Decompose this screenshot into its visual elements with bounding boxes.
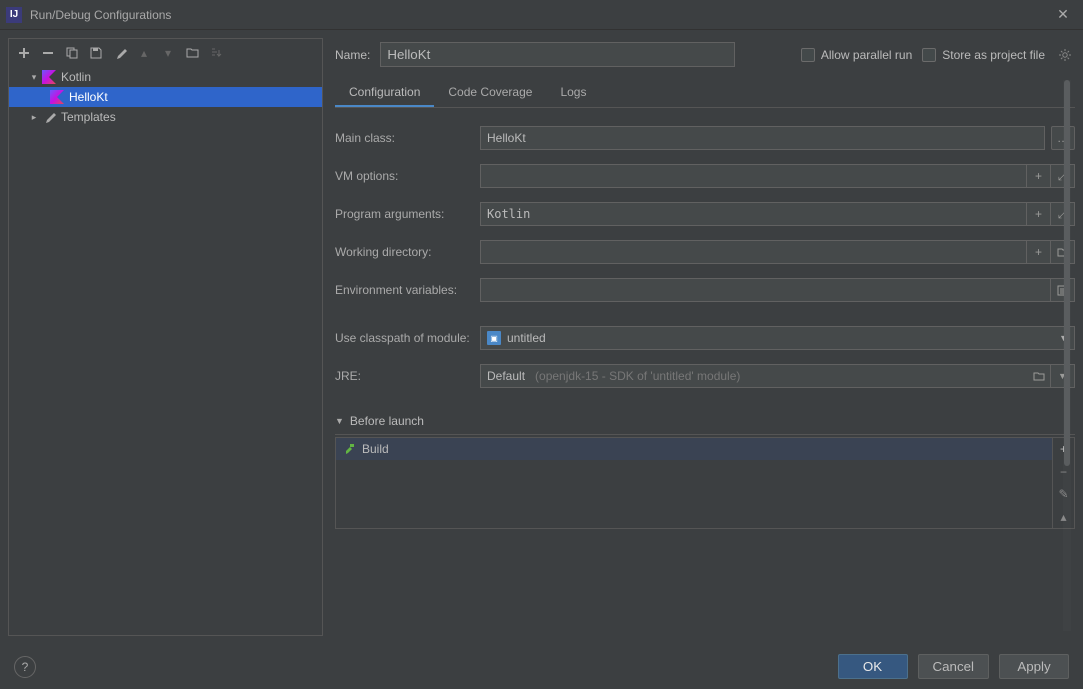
module-icon: ▣ xyxy=(487,331,501,345)
before-launch-item-label: Build xyxy=(362,442,389,456)
tree-toolbar: ▴ ▾ xyxy=(9,39,322,67)
env-vars-input[interactable] xyxy=(480,278,1051,302)
configurations-tree-panel: ▴ ▾ ▾ Kotlin HelloKt xyxy=(8,38,323,636)
store-project-checkbox[interactable]: Store as project file xyxy=(922,48,1045,62)
program-args-label: Program arguments: xyxy=(335,207,480,221)
kotlin-icon xyxy=(49,90,65,104)
tree-config-hello[interactable]: HelloKt xyxy=(9,87,322,107)
insert-macro-icon[interactable]: + xyxy=(1027,240,1051,264)
tree-label: Kotlin xyxy=(61,70,91,84)
kotlin-icon xyxy=(41,70,57,84)
working-dir-label: Working directory: xyxy=(335,245,480,259)
checkbox-icon[interactable] xyxy=(801,48,815,62)
classpath-label: Use classpath of module: xyxy=(335,331,480,345)
sort-icon xyxy=(206,43,226,63)
before-launch-list: Build + − ✎ ▴ xyxy=(335,437,1075,529)
jre-value: Default xyxy=(487,369,525,383)
tab-configuration[interactable]: Configuration xyxy=(335,79,434,107)
vm-options-label: VM options: xyxy=(335,169,480,183)
main-class-input[interactable] xyxy=(480,126,1045,150)
tree-label: Templates xyxy=(61,110,116,124)
ok-button[interactable]: OK xyxy=(838,654,908,679)
insert-macro-icon[interactable]: + xyxy=(1027,202,1051,226)
before-launch-header[interactable]: ▼ Before launch xyxy=(335,408,1075,435)
save-config-icon[interactable] xyxy=(86,43,106,63)
scrollbar-thumb[interactable] xyxy=(1064,80,1070,466)
classpath-select[interactable]: ▣ untitled ▼ xyxy=(480,326,1075,350)
form-area: Main class: … VM options: + ⤢ Progra xyxy=(335,108,1075,636)
before-launch-label: Before launch xyxy=(350,414,424,428)
name-label: Name: xyxy=(335,48,370,62)
cancel-button[interactable]: Cancel xyxy=(918,654,990,679)
checkbox-label: Store as project file xyxy=(942,48,1045,62)
jre-select[interactable]: Default (openjdk-15 - SDK of 'untitled' … xyxy=(480,364,1027,388)
expand-icon[interactable]: ▾ xyxy=(27,72,41,83)
tree-templates-folder[interactable]: ▸ Templates xyxy=(9,107,322,127)
apply-button[interactable]: Apply xyxy=(999,654,1069,679)
browse-folder-icon[interactable] xyxy=(1027,364,1051,388)
vm-options-input[interactable] xyxy=(480,164,1027,188)
dialog-buttons: ? OK Cancel Apply xyxy=(0,644,1083,689)
move-down-icon: ▾ xyxy=(158,43,178,63)
working-dir-input[interactable] xyxy=(480,240,1027,264)
hammer-icon xyxy=(342,442,356,456)
tab-code-coverage[interactable]: Code Coverage xyxy=(434,79,546,107)
add-config-icon[interactable] xyxy=(14,43,34,63)
jre-hint: (openjdk-15 - SDK of 'untitled' module) xyxy=(535,369,740,383)
insert-macro-icon[interactable]: + xyxy=(1027,164,1051,188)
app-icon: IJ xyxy=(6,7,22,23)
tree-label: HelloKt xyxy=(69,90,108,104)
titlebar: IJ Run/Debug Configurations ✕ xyxy=(0,0,1083,30)
edit-defaults-icon[interactable] xyxy=(110,43,130,63)
move-up-icon: ▴ xyxy=(134,43,154,63)
close-icon[interactable]: ✕ xyxy=(1049,1,1077,29)
checkbox-icon[interactable] xyxy=(922,48,936,62)
collapse-icon[interactable]: ▼ xyxy=(335,416,344,426)
tree-kotlin-folder[interactable]: ▾ Kotlin xyxy=(9,67,322,87)
config-detail-panel: Name: Allow parallel run Store as projec… xyxy=(335,38,1075,636)
before-launch-item-build[interactable]: Build xyxy=(336,438,1052,460)
jre-label: JRE: xyxy=(335,369,480,383)
env-vars-label: Environment variables: xyxy=(335,283,480,297)
wrench-icon xyxy=(41,111,57,124)
copy-config-icon[interactable] xyxy=(62,43,82,63)
expand-icon[interactable]: ▸ xyxy=(27,112,41,123)
program-args-input[interactable] xyxy=(480,202,1027,226)
scrollbar[interactable] xyxy=(1063,80,1071,631)
window-title: Run/Debug Configurations xyxy=(30,8,1049,22)
folder-icon[interactable] xyxy=(182,43,202,63)
allow-parallel-checkbox[interactable]: Allow parallel run xyxy=(801,48,912,62)
help-button[interactable]: ? xyxy=(14,656,36,678)
config-tree: ▾ Kotlin HelloKt ▸ Templates xyxy=(9,67,322,635)
tab-logs[interactable]: Logs xyxy=(546,79,600,107)
name-input[interactable] xyxy=(380,42,735,67)
main-class-label: Main class: xyxy=(335,131,480,145)
remove-config-icon[interactable] xyxy=(38,43,58,63)
tabs: Configuration Code Coverage Logs xyxy=(335,79,1075,108)
classpath-value: untitled xyxy=(507,331,546,345)
gear-icon[interactable] xyxy=(1055,45,1075,65)
checkbox-label: Allow parallel run xyxy=(821,48,912,62)
